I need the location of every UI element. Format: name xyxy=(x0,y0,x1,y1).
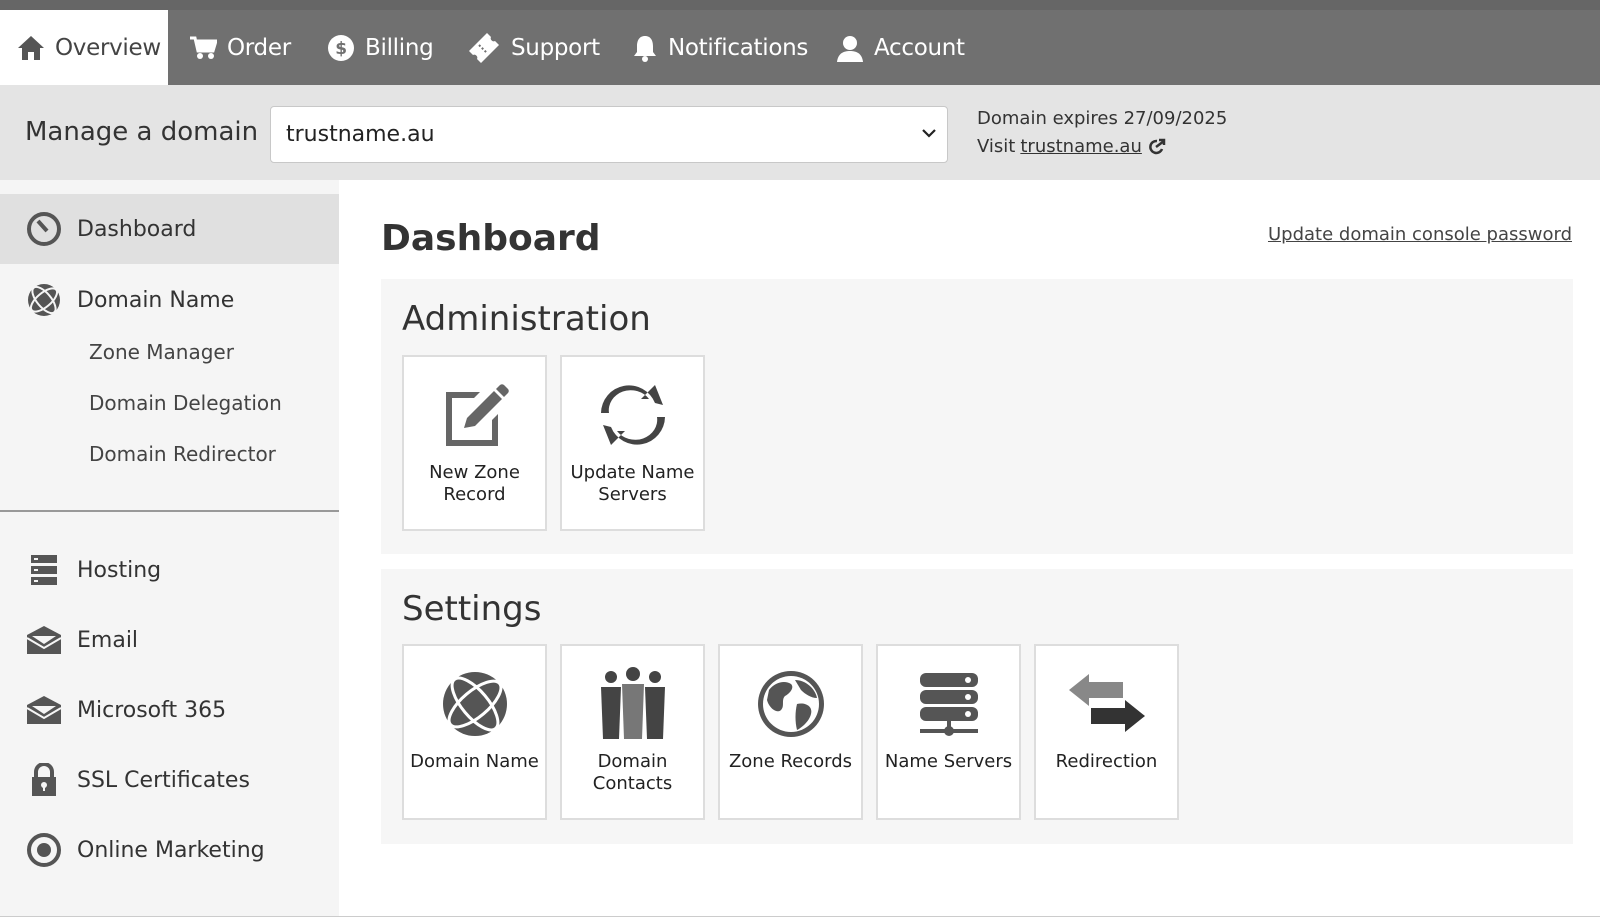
external-link-icon xyxy=(1149,138,1166,154)
nav-order[interactable]: Order xyxy=(189,10,291,85)
settings-panel: Settings Domain Name Domain Contacts Zon… xyxy=(381,569,1573,844)
domain-select[interactable]: trustname.au xyxy=(270,106,948,163)
sidebar-item-ssl-certificates[interactable]: SSL Certificates xyxy=(0,745,339,815)
sidebar-item-label: Dashboard xyxy=(77,216,197,242)
tile-label: Redirection xyxy=(1055,751,1158,772)
tile-domain-name[interactable]: Domain Name xyxy=(402,644,547,820)
people-icon xyxy=(562,664,703,744)
tile-redirection[interactable]: Redirection xyxy=(1034,644,1179,820)
sidebar-item-label: Domain Name xyxy=(77,287,235,313)
tile-zone-records[interactable]: Zone Records xyxy=(718,644,863,820)
nav-label: Account xyxy=(874,34,965,61)
target-icon xyxy=(26,832,62,868)
domain-bar: Manage a domain trustname.au Domain expi… xyxy=(0,85,1600,180)
manage-domain-label: Manage a domain xyxy=(25,117,259,147)
update-password-link[interactable]: Update domain console password xyxy=(1268,224,1572,245)
home-icon xyxy=(18,35,44,60)
sidebar-item-label: Microsoft 365 xyxy=(77,697,227,723)
sidebar-item-email[interactable]: Email xyxy=(0,605,339,675)
server-stack-icon xyxy=(878,664,1019,744)
arrows-icon xyxy=(1036,664,1177,744)
sidebar-subitem-domain-delegation[interactable]: Domain Delegation xyxy=(89,391,282,415)
visit-domain-link[interactable]: trustname.au xyxy=(1020,136,1142,157)
administration-panel: Administration New Zone Record Update Na… xyxy=(381,279,1573,554)
administration-heading: Administration xyxy=(402,299,651,339)
sidebar-item-dashboard[interactable]: Dashboard xyxy=(0,194,339,264)
visit-prefix: Visit xyxy=(977,136,1016,157)
domain-select-value: trustname.au xyxy=(286,122,435,147)
nav-label: Notifications xyxy=(668,34,809,61)
lock-icon xyxy=(26,762,62,798)
tile-label: Domain Contacts xyxy=(592,751,673,794)
tile-new-zone-record[interactable]: New Zone Record xyxy=(402,355,547,531)
nav-overview[interactable]: Overview xyxy=(0,10,168,85)
user-icon xyxy=(837,35,863,62)
settings-heading: Settings xyxy=(402,589,542,629)
globe-icon xyxy=(404,664,545,744)
sidebar-subitem-zone-manager[interactable]: Zone Manager xyxy=(89,340,234,364)
sidebar-item-label: Hosting xyxy=(77,557,162,583)
sidebar-subitem-domain-redirector[interactable]: Domain Redirector xyxy=(89,442,276,466)
edit-icon xyxy=(404,375,545,455)
tile-label: New Zone Record xyxy=(429,462,520,505)
top-navigation: Overview Order $ Billing Support Notific… xyxy=(0,0,1600,85)
globe-icon xyxy=(26,282,62,318)
sidebar-item-microsoft-365[interactable]: Microsoft 365 xyxy=(0,675,339,745)
envelope-icon xyxy=(26,622,62,658)
tile-label: Zone Records xyxy=(728,751,853,772)
cart-icon xyxy=(190,36,217,59)
nav-label: Order xyxy=(227,34,291,61)
visit-row: Visit trustname.au xyxy=(977,136,1166,157)
chevron-down-icon xyxy=(922,129,936,138)
nav-label: Support xyxy=(511,34,600,61)
refresh-icon xyxy=(562,375,703,455)
nav-label: Overview xyxy=(55,34,161,61)
envelope-icon xyxy=(26,692,62,728)
tile-domain-contacts[interactable]: Domain Contacts xyxy=(560,644,705,820)
sidebar-item-hosting[interactable]: Hosting xyxy=(0,535,339,605)
svg-text:$: $ xyxy=(335,39,347,59)
nav-account[interactable]: Account xyxy=(836,10,965,85)
bell-icon xyxy=(634,35,656,62)
tile-label: Domain Name xyxy=(410,751,539,772)
nav-label: Billing xyxy=(365,34,434,61)
server-icon xyxy=(26,552,62,588)
tile-name-servers[interactable]: Name Servers xyxy=(876,644,1021,820)
nav-billing[interactable]: $ Billing xyxy=(327,10,434,85)
dollar-icon: $ xyxy=(328,34,354,61)
sidebar-item-domain-name[interactable]: Domain Name xyxy=(0,265,339,335)
dashboard-icon xyxy=(26,211,62,247)
domain-expiry: Domain expires 27/09/2025 xyxy=(977,108,1228,129)
tile-update-name-servers[interactable]: Update Name Servers xyxy=(560,355,705,531)
page-title: Dashboard xyxy=(381,218,601,259)
nav-notifications[interactable]: Notifications xyxy=(632,10,808,85)
ticket-icon xyxy=(469,32,499,63)
sidebar-divider xyxy=(0,510,339,512)
tile-label: Update Name Servers xyxy=(570,462,695,505)
sidebar: Dashboard Domain Name Zone Manager Domai… xyxy=(0,180,339,917)
nav-support[interactable]: Support xyxy=(467,10,600,85)
sidebar-item-label: Email xyxy=(77,627,139,653)
world-icon xyxy=(720,664,861,744)
sidebar-item-online-marketing[interactable]: Online Marketing xyxy=(0,815,339,885)
sidebar-item-label: SSL Certificates xyxy=(77,767,250,793)
tile-label: Name Servers xyxy=(884,751,1013,772)
sidebar-item-label: Online Marketing xyxy=(77,837,265,863)
